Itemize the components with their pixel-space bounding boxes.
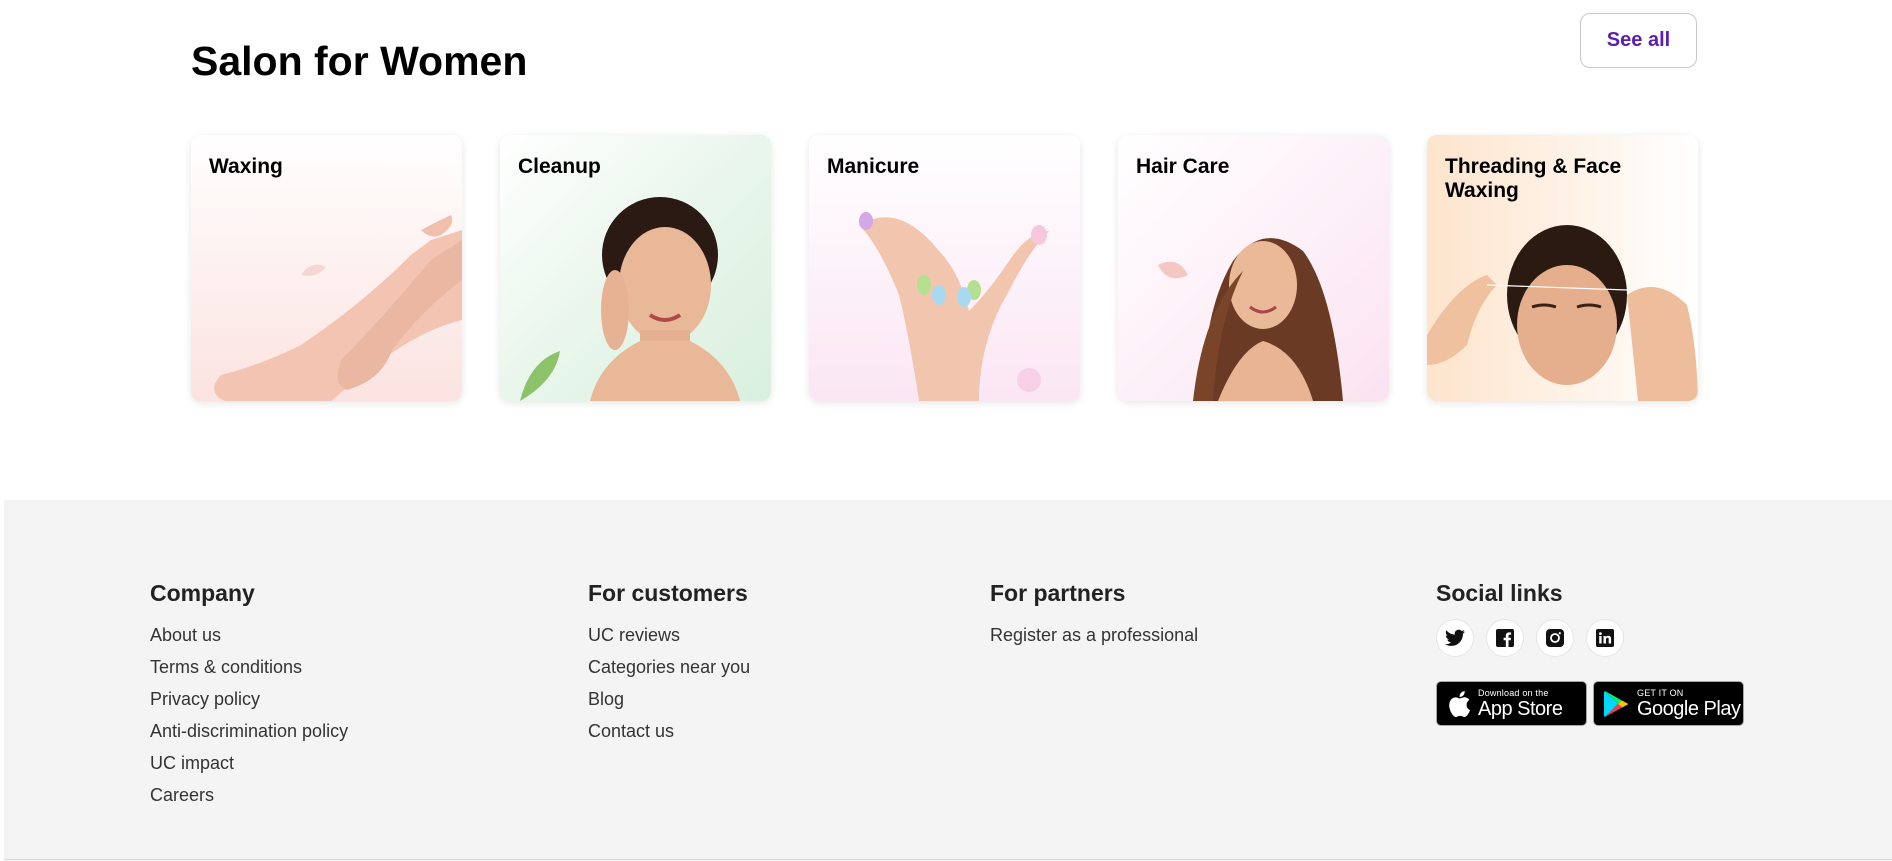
footer-company-heading: Company [150,580,255,606]
google-play-small-text: GET IT ON [1637,687,1684,698]
section-title: Salon for Women [191,38,528,84]
footer-link-categories-near-you[interactable]: Categories near you [588,651,750,683]
footer-link-careers[interactable]: Careers [150,779,348,811]
card-hair-care[interactable]: Hair Care [1118,135,1389,401]
card-cleanup[interactable]: Cleanup [500,135,771,401]
linkedin-icon[interactable] [1586,619,1624,657]
card-label: Cleanup [518,155,601,178]
footer-link-about-us[interactable]: About us [150,619,348,651]
facebook-icon[interactable] [1486,619,1524,657]
card-label: Waxing [209,155,283,178]
app-store-big-text: App Store [1478,697,1563,720]
app-store-badge[interactable]: Download on the App Store [1436,681,1587,726]
footer-link-register-professional[interactable]: Register as a professional [990,619,1198,651]
footer-link-privacy[interactable]: Privacy policy [150,683,348,715]
footer-social-column: Social links Download on the App Store G… [1436,580,1744,726]
card-waxing[interactable]: Waxing [191,135,462,401]
see-all-button[interactable]: See all [1580,13,1697,68]
footer-link-uc-impact[interactable]: UC impact [150,747,348,779]
social-icons-row [1436,619,1744,657]
footer-customers-heading: For customers [588,580,748,606]
footer-divider [4,859,1892,860]
twitter-icon[interactable] [1436,619,1474,657]
google-play-big-text: Google Play [1637,697,1741,720]
card-manicure[interactable]: Manicure [809,135,1080,401]
card-threading-face-waxing[interactable]: Threading & Face Waxing [1427,135,1698,401]
footer-link-anti-discrimination[interactable]: Anti-discrimination policy [150,715,348,747]
footer-customers-column: For customers UC reviews Categories near… [588,580,750,747]
card-label: Manicure [827,155,920,178]
footer-link-contact-us[interactable]: Contact us [588,715,750,747]
google-play-icon [1604,690,1629,717]
apple-icon [1449,690,1470,717]
instagram-icon[interactable] [1536,619,1574,657]
site-footer: Company About us Terms & conditions Priv… [4,500,1892,861]
footer-partners-heading: For partners [990,580,1126,606]
app-store-badges: Download on the App Store GET IT ON Goog… [1436,681,1744,726]
footer-social-heading: Social links [1436,580,1563,606]
google-play-badge[interactable]: GET IT ON Google Play [1593,681,1744,726]
footer-link-uc-reviews[interactable]: UC reviews [588,619,750,651]
card-label: Threading & Face Waxing [1445,155,1622,202]
card-label: Hair Care [1136,155,1230,178]
footer-partners-column: For partners Register as a professional [990,580,1198,651]
footer-company-column: Company About us Terms & conditions Priv… [150,580,348,811]
see-all-label: See all [1606,29,1671,51]
footer-link-blog[interactable]: Blog [588,683,750,715]
app-store-small-text: Download on the [1478,687,1549,698]
footer-link-terms[interactable]: Terms & conditions [150,651,348,683]
